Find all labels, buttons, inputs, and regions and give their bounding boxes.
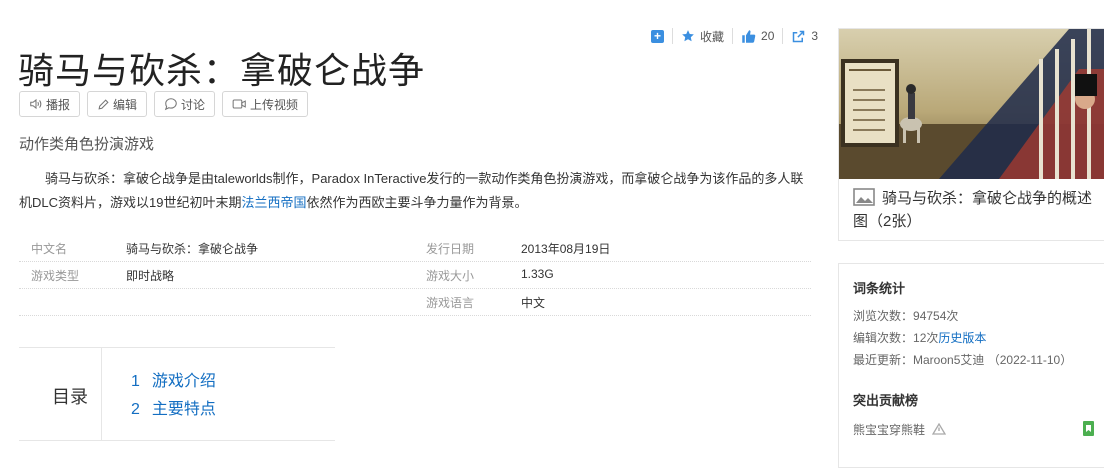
share-count: 3 [811, 29, 819, 43]
summary-text-end: 依然作为西欧主要斗争力量作为背景。 [306, 195, 528, 210]
toc-item[interactable]: 2 主要特点 [131, 395, 216, 419]
pencil-icon [98, 98, 109, 110]
info-value: 2013年08月19日 [521, 242, 611, 256]
album-artwork [839, 29, 1104, 179]
info-value: 1.33G [521, 267, 554, 281]
toc-item-number: 1 [131, 373, 140, 390]
summary: 骑马与砍杀：拿破仑战争是由taleworlds制作，Paradox InTera… [19, 167, 811, 215]
info-value: 骑马与砍杀：拿破仑战争 [126, 242, 259, 256]
upload-video-label: 上传视频 [250, 97, 299, 112]
album-card[interactable]: 骑马与砍杀：拿破仑战争的概述图（2张） [838, 28, 1104, 241]
info-label: 中文名 [31, 242, 68, 256]
info-label: 游戏类型 [31, 269, 80, 283]
read-aloud-button[interactable]: 播报 [19, 91, 81, 117]
toc-item-label: 主要特点 [151, 401, 216, 418]
stats-heading: 词条统计 [853, 281, 906, 296]
basic-info: 中文名 骑马与砍杀：拿破仑战争 发行日期 2013年08月19日 游戏类型 即时… [19, 235, 811, 316]
updated-label: 最近更新： [853, 353, 914, 367]
discuss-label: 讨论 [181, 97, 206, 112]
edits-row: 编辑次数：12次历史版本 [853, 329, 986, 346]
like-button[interactable]: 20 [741, 29, 774, 44]
info-row: 游戏类型 即时战略 游戏大小 1.33G [19, 262, 811, 289]
contributor[interactable]: 熊宝宝穿熊鞋 [853, 421, 947, 438]
toc-item-number: 2 [131, 401, 140, 418]
picture-icon [853, 188, 875, 206]
info-label: 游戏大小 [426, 269, 475, 283]
subtitle: 动作类角色扮演游戏 [19, 136, 155, 153]
favorite-label: 收藏 [700, 29, 725, 44]
divider [782, 28, 784, 44]
album-image[interactable] [839, 29, 1104, 179]
bookmark-icon[interactable] [1083, 421, 1094, 436]
updated-date: （2022-11-10） [987, 353, 1073, 367]
top-actions: + 收藏 20 3 [651, 26, 818, 46]
upload-video-button[interactable]: 上传视频 [222, 91, 309, 117]
table-of-contents: 目录 1 游戏介绍 2 主要特点 [19, 347, 335, 441]
info-value: 中文 [521, 296, 546, 310]
divider [672, 28, 673, 44]
edits-label: 编辑次数： [853, 331, 914, 345]
views-label: 浏览次数： [853, 309, 914, 323]
toc-title: 目录 [52, 387, 88, 407]
share-button[interactable]: 3 [791, 29, 818, 44]
divider [732, 28, 734, 44]
edit-label: 编辑 [113, 97, 138, 112]
updated-row: 最近更新：Maroon5艾迪 （2022-11-10） [853, 351, 1072, 368]
entry-stats: 词条统计 浏览次数：94754次 编辑次数：12次历史版本 最近更新：Maroo… [838, 263, 1104, 468]
toolbar: 播报 编辑 讨论 上传视频 [19, 91, 309, 117]
share-icon [793, 30, 805, 42]
info-row: 游戏语言 中文 [19, 289, 811, 316]
contributor-name: 熊宝宝穿熊鞋 [853, 423, 926, 437]
favorite-button[interactable]: 收藏 [681, 28, 724, 45]
level-icon [932, 422, 947, 435]
add-icon[interactable]: + [651, 29, 664, 43]
views-row: 浏览次数：94754次 [853, 307, 958, 324]
star-icon [682, 30, 694, 42]
info-value: 即时战略 [126, 269, 175, 283]
album-caption[interactable]: 骑马与砍杀：拿破仑战争的概述图（2张） [853, 187, 1103, 233]
info-label: 游戏语言 [426, 296, 475, 310]
discuss-button[interactable]: 讨论 [154, 91, 216, 117]
speaker-icon [30, 98, 42, 110]
summary-link[interactable]: 法兰西帝国 [241, 195, 306, 210]
edits-value: 12次 [913, 331, 939, 345]
album-caption-text: 骑马与砍杀：拿破仑战争的概述图（2张） [853, 190, 1093, 230]
toc-header: 目录 [19, 348, 102, 440]
info-row: 中文名 骑马与砍杀：拿破仑战争 发行日期 2013年08月19日 [19, 235, 811, 262]
video-icon [232, 99, 246, 109]
updated-user[interactable]: Maroon5艾迪 [913, 353, 984, 367]
edit-button[interactable]: 编辑 [87, 91, 148, 117]
read-aloud-label: 播报 [46, 97, 71, 112]
like-count: 20 [761, 29, 775, 43]
thumbs-up-icon [742, 29, 756, 43]
comment-icon [164, 98, 177, 111]
toc-item-label: 游戏介绍 [151, 373, 216, 390]
info-label: 发行日期 [426, 242, 475, 256]
views-value: 94754次 [913, 309, 959, 323]
history-link[interactable]: 历史版本 [938, 331, 986, 345]
contrib-heading: 突出贡献榜 [853, 393, 919, 408]
toc-item[interactable]: 1 游戏介绍 [131, 367, 216, 391]
page-title: 骑马与砍杀：拿破仑战争 [18, 51, 426, 92]
